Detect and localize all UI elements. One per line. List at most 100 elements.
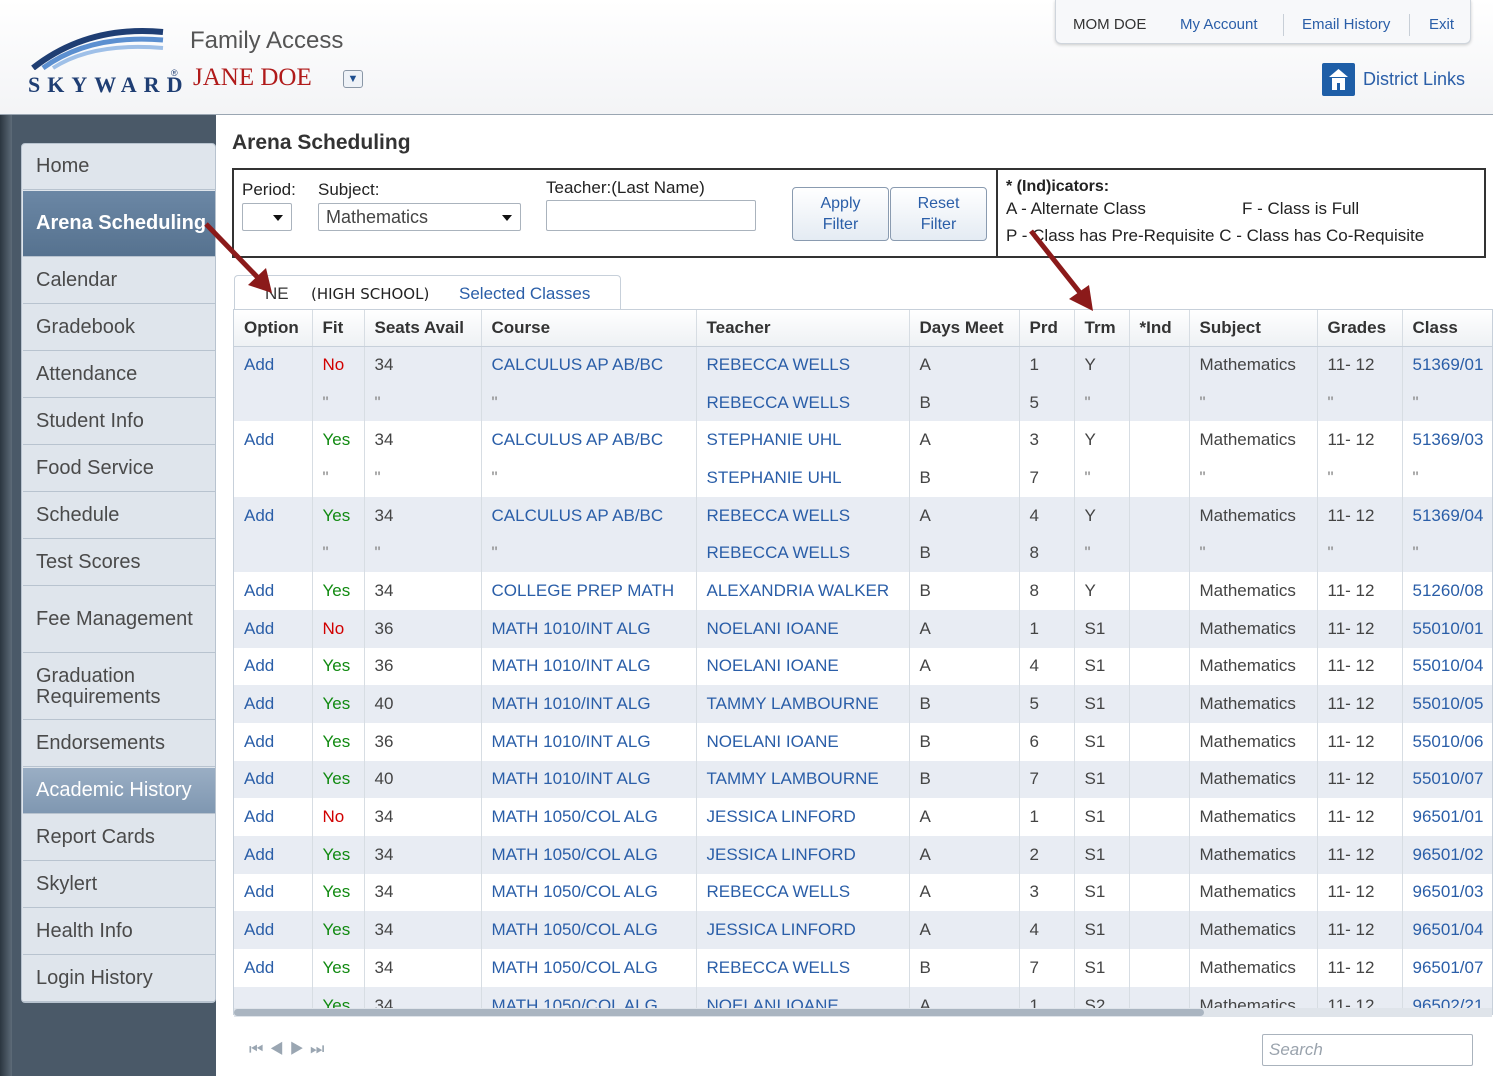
- class-link[interactable]: 96501/02: [1402, 835, 1492, 874]
- column-header[interactable]: Course: [481, 310, 697, 347]
- sidebar-item-report-cards[interactable]: Report Cards: [23, 815, 215, 861]
- exit-link[interactable]: Exit: [1429, 16, 1454, 33]
- class-link[interactable]: 96501/03: [1402, 873, 1492, 912]
- teacher-link[interactable]: NOELANI IOANE: [696, 609, 910, 648]
- teacher-link[interactable]: JESSICA LINFORD: [696, 835, 910, 874]
- teacher-link[interactable]: REBECCA WELLS: [696, 534, 910, 573]
- sidebar-item-schedule[interactable]: Schedule: [23, 493, 215, 539]
- first-page-icon[interactable]: ⏮: [249, 1041, 269, 1058]
- sidebar-item-arena-scheduling[interactable]: Arena Scheduling: [23, 191, 215, 257]
- course-link[interactable]: MATH 1010/INT ALG: [481, 685, 697, 723]
- email-history-link[interactable]: Email History: [1302, 16, 1390, 33]
- column-header[interactable]: Prd: [1019, 310, 1075, 347]
- column-header[interactable]: Fit: [312, 310, 365, 347]
- column-header[interactable]: Subject: [1189, 310, 1318, 347]
- my-account-link[interactable]: My Account: [1180, 16, 1258, 33]
- add-class-link[interactable]: Add: [234, 572, 313, 610]
- add-class-link[interactable]: Add: [234, 685, 313, 723]
- course-link[interactable]: MATH 1050/COL ALG: [481, 873, 697, 912]
- course-link[interactable]: MATH 1010/INT ALG: [481, 647, 697, 686]
- add-class-link[interactable]: Add: [234, 421, 313, 460]
- period-select[interactable]: [242, 203, 292, 231]
- add-class-link[interactable]: Add: [234, 760, 313, 799]
- add-class-link[interactable]: Add: [234, 346, 313, 384]
- class-link[interactable]: 55010/04: [1402, 647, 1492, 686]
- course-link[interactable]: MATH 1050/COL ALG: [481, 835, 697, 874]
- add-class-link[interactable]: Add: [234, 911, 313, 949]
- last-page-icon[interactable]: ⏭: [310, 1041, 330, 1058]
- column-header[interactable]: Seats Avail: [364, 310, 482, 347]
- sidebar-item-skylert[interactable]: Skylert: [23, 862, 215, 908]
- column-header[interactable]: Trm: [1074, 310, 1130, 347]
- course-link[interactable]: CALCULUS AP AB/BC: [481, 496, 697, 535]
- column-header[interactable]: Option: [234, 310, 313, 347]
- teacher-link[interactable]: REBECCA WELLS: [696, 873, 910, 912]
- column-header[interactable]: *Ind: [1129, 310, 1190, 347]
- sidebar-item-graduation-requirements[interactable]: Graduation Requirements: [23, 654, 215, 720]
- class-link[interactable]: 55010/06: [1402, 722, 1492, 761]
- teacher-link[interactable]: REBECCA WELLS: [696, 496, 910, 535]
- next-page-icon[interactable]: ▶: [290, 1041, 310, 1058]
- tab-school[interactable]: NE (HIGH SCHOOL) Selected Classes: [234, 275, 621, 309]
- teacher-link[interactable]: REBECCA WELLS: [696, 949, 910, 987]
- add-class-link[interactable]: Add: [234, 496, 313, 535]
- column-header[interactable]: Days Meet: [909, 310, 1020, 347]
- add-class-link[interactable]: Add: [234, 949, 313, 987]
- teacher-link[interactable]: STEPHANIE UHL: [696, 421, 910, 460]
- teacher-link[interactable]: REBECCA WELLS: [696, 346, 910, 384]
- course-link[interactable]: CALCULUS AP AB/BC: [481, 346, 697, 384]
- column-header[interactable]: Grades: [1317, 310, 1403, 347]
- sidebar-item-calendar[interactable]: Calendar: [23, 258, 215, 304]
- search-input[interactable]: Search: [1262, 1034, 1473, 1066]
- sidebar-item-fee-management[interactable]: Fee Management: [23, 587, 215, 653]
- add-class-link[interactable]: Add: [234, 873, 313, 912]
- class-link[interactable]: 51369/01: [1402, 346, 1492, 384]
- sidebar-item-gradebook[interactable]: Gradebook: [23, 305, 215, 351]
- sidebar-item-attendance[interactable]: Attendance: [23, 352, 215, 398]
- sidebar-item-test-scores[interactable]: Test Scores: [23, 540, 215, 586]
- course-link[interactable]: CALCULUS AP AB/BC: [481, 421, 697, 460]
- sidebar-item-health-info[interactable]: Health Info: [23, 909, 215, 955]
- teacher-link[interactable]: STEPHANIE UHL: [696, 459, 910, 497]
- class-link[interactable]: 96501/04: [1402, 911, 1492, 949]
- horizontal-scrollbar[interactable]: [234, 1008, 1492, 1017]
- teacher-link[interactable]: REBECCA WELLS: [696, 383, 910, 422]
- course-link[interactable]: MATH 1050/COL ALG: [481, 911, 697, 949]
- course-link[interactable]: MATH 1010/INT ALG: [481, 609, 697, 648]
- course-link[interactable]: MATH 1010/INT ALG: [481, 722, 697, 761]
- class-link[interactable]: 51369/03: [1402, 421, 1492, 460]
- class-link[interactable]: 55010/05: [1402, 685, 1492, 723]
- class-link[interactable]: 96501/01: [1402, 798, 1492, 836]
- sidebar-item-food-service[interactable]: Food Service: [23, 446, 215, 492]
- teacher-link[interactable]: TAMMY LAMBOURNE: [696, 760, 910, 799]
- column-header[interactable]: Teacher: [696, 310, 910, 347]
- add-class-link[interactable]: Add: [234, 647, 313, 686]
- teacher-link[interactable]: NOELANI IOANE: [696, 722, 910, 761]
- class-link[interactable]: 55010/01: [1402, 609, 1492, 648]
- tab-selected-classes[interactable]: Selected Classes: [459, 284, 590, 304]
- course-link[interactable]: MATH 1050/COL ALG: [481, 949, 697, 987]
- teacher-input[interactable]: [546, 200, 756, 231]
- teacher-link[interactable]: JESSICA LINFORD: [696, 798, 910, 836]
- sidebar-item-login-history[interactable]: Login History: [23, 956, 215, 1002]
- course-link[interactable]: MATH 1050/COL ALG: [481, 798, 697, 836]
- add-class-link[interactable]: Add: [234, 609, 313, 648]
- teacher-link[interactable]: TAMMY LAMBOURNE: [696, 685, 910, 723]
- subject-select[interactable]: Mathematics: [318, 203, 521, 231]
- teacher-link[interactable]: JESSICA LINFORD: [696, 911, 910, 949]
- teacher-link[interactable]: NOELANI IOANE: [696, 647, 910, 686]
- scrollbar-thumb[interactable]: [234, 1009, 1204, 1016]
- sidebar-item-student-info[interactable]: Student Info: [23, 399, 215, 445]
- column-header[interactable]: Class: [1402, 310, 1492, 347]
- course-link[interactable]: COLLEGE PREP MATH: [481, 572, 697, 610]
- sidebar-item-home[interactable]: Home: [23, 144, 215, 190]
- reset-filter-button[interactable]: Reset Filter: [890, 187, 987, 241]
- apply-filter-button[interactable]: Apply Filter: [792, 187, 889, 241]
- class-link[interactable]: 96501/07: [1402, 949, 1492, 987]
- add-class-link[interactable]: Add: [234, 798, 313, 836]
- class-link[interactable]: 51260/08: [1402, 572, 1492, 610]
- class-link[interactable]: 55010/07: [1402, 760, 1492, 799]
- add-class-link[interactable]: Add: [234, 835, 313, 874]
- class-link[interactable]: 51369/04: [1402, 496, 1492, 535]
- sidebar-item-academic-history[interactable]: Academic History: [23, 768, 215, 814]
